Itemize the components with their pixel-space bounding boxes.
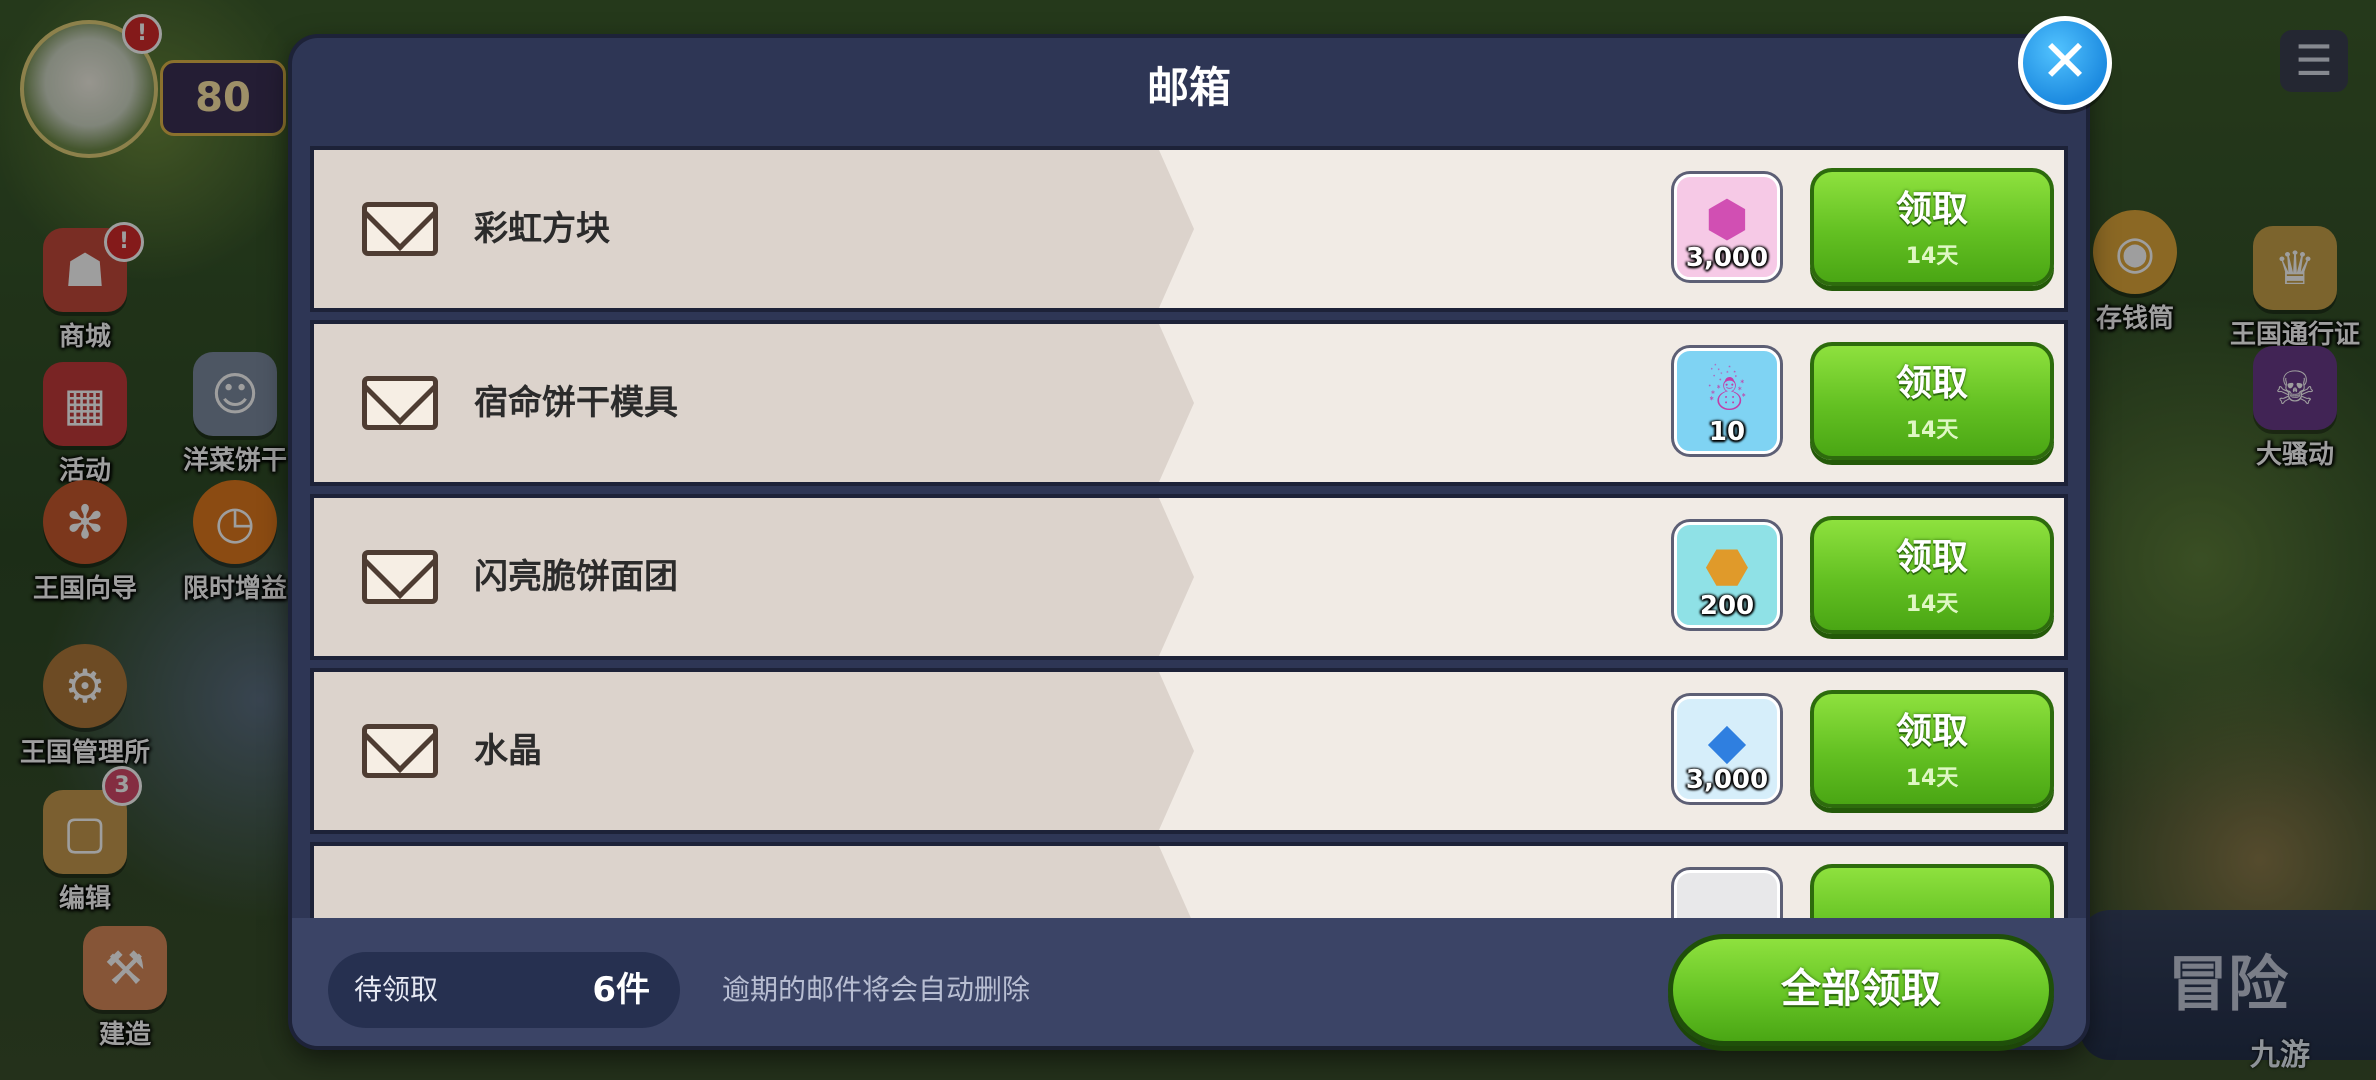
mail-name: 水晶 <box>474 731 542 771</box>
expiry-days: 14天 <box>1905 766 1959 791</box>
expiry-days: 14天 <box>1905 244 1959 269</box>
claim-all-button[interactable]: 全部领取 <box>1668 934 2054 1046</box>
row-highlight <box>314 846 1194 918</box>
reward-qty: 200 <box>1699 591 1755 621</box>
mail-item: 彩虹方块 ⬢ 3,000 领取 14天 <box>310 146 2068 312</box>
claim-button[interactable] <box>1810 864 2054 918</box>
expiry-days: 14天 <box>1905 418 1959 443</box>
pending-label: 待领取 <box>354 973 439 1006</box>
row-highlight <box>314 150 1194 308</box>
crystal-icon: ◆ <box>1707 712 1747 770</box>
row-highlight <box>314 324 1194 482</box>
claim-label: 领取 <box>1895 189 1968 230</box>
mailbox-dialog: 邮箱 彩虹方块 ⬢ 3,000 领取 14天 宿命饼干模具 ☃ 10 领取 14… <box>292 38 2086 1046</box>
rainbow-cube-icon: ⬢ <box>1705 190 1749 248</box>
claim-button[interactable]: 领取 14天 <box>1810 516 2054 634</box>
expire-note: 逾期的邮件将会自动删除 <box>722 973 1031 1006</box>
claim-button[interactable]: 领取 14天 <box>1810 690 2054 808</box>
mailbox-footer: 待领取 6件 逾期的邮件将会自动删除 全部领取 <box>292 918 2086 1046</box>
cookie-cutter-icon: ☃ <box>1704 364 1750 422</box>
pending-count: 6件 <box>592 970 650 1010</box>
mail-list[interactable]: 彩虹方块 ⬢ 3,000 领取 14天 宿命饼干模具 ☃ 10 领取 14天 闪… <box>310 146 2068 918</box>
mail-name: 宿命饼干模具 <box>474 383 678 423</box>
envelope-icon <box>362 376 438 430</box>
expiry-days: 14天 <box>1905 592 1959 617</box>
mail-item: 水晶 ◆ 3,000 领取 14天 <box>310 668 2068 834</box>
mail-name: 闪亮脆饼面团 <box>474 557 678 597</box>
claim-label: 领取 <box>1895 711 1968 752</box>
reward-qty: 3,000 <box>1685 765 1769 795</box>
claim-label: 领取 <box>1895 363 1968 404</box>
envelope-icon <box>362 202 438 256</box>
reward-qty: 10 <box>1708 417 1746 447</box>
claim-button[interactable]: 领取 14天 <box>1810 342 2054 460</box>
close-icon[interactable]: ✕ <box>2018 16 2112 110</box>
reward-qty: 3,000 <box>1685 243 1769 273</box>
pending-count-pill: 待领取 6件 <box>328 952 680 1028</box>
envelope-icon <box>362 724 438 778</box>
claim-label: 领取 <box>1895 537 1968 578</box>
row-highlight <box>314 498 1194 656</box>
mail-item <box>310 842 2068 918</box>
row-highlight <box>314 672 1194 830</box>
mail-item: 闪亮脆饼面团 ⬣ 200 领取 14天 <box>310 494 2068 660</box>
envelope-icon <box>362 550 438 604</box>
reward-item[interactable]: ⬢ 3,000 <box>1674 174 1780 280</box>
reward-item[interactable]: ◆ 3,000 <box>1674 696 1780 802</box>
dough-icon: ⬣ <box>1705 538 1749 596</box>
reward-item[interactable]: ☃ 10 <box>1674 348 1780 454</box>
claim-button[interactable]: 领取 14天 <box>1810 168 2054 286</box>
reward-item[interactable] <box>1674 870 1780 918</box>
reward-item[interactable]: ⬣ 200 <box>1674 522 1780 628</box>
dialog-title: 邮箱 <box>1146 63 1231 112</box>
mail-item: 宿命饼干模具 ☃ 10 领取 14天 <box>310 320 2068 486</box>
mail-name: 彩虹方块 <box>474 209 610 249</box>
